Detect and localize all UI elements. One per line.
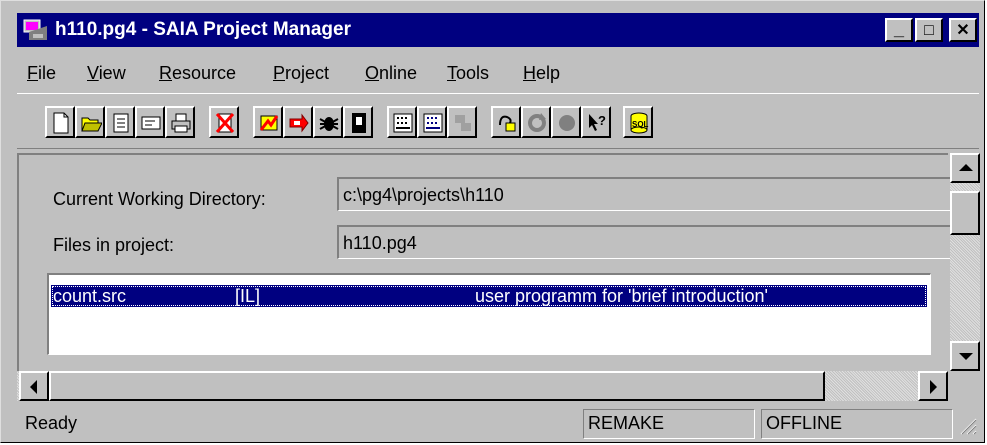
stop-button[interactable] bbox=[551, 106, 581, 138]
vertical-scroll-thumb[interactable] bbox=[950, 191, 980, 235]
message-button[interactable] bbox=[135, 106, 165, 138]
scroll-down-button[interactable] bbox=[950, 341, 980, 371]
file-type: [IL] bbox=[235, 286, 261, 306]
cwd-field[interactable]: c:\pg4\projects\h110 bbox=[337, 177, 950, 211]
window-title: h110.pg4 - SAIA Project Manager bbox=[55, 19, 351, 40]
document-button[interactable] bbox=[105, 106, 135, 138]
scrollbar-corner bbox=[950, 371, 980, 401]
arrow-up-icon bbox=[959, 164, 973, 171]
status-text: Ready bbox=[25, 413, 78, 433]
menu-tools[interactable]: Tools bbox=[447, 63, 489, 84]
build-button[interactable] bbox=[253, 106, 283, 138]
open-folder-icon bbox=[81, 117, 102, 132]
file-description: user programm for 'brief introduction' bbox=[475, 286, 768, 306]
blocks-button[interactable] bbox=[491, 106, 521, 138]
svg-text:SQL: SQL bbox=[632, 120, 649, 129]
refresh-icon bbox=[528, 113, 546, 132]
files-field[interactable]: h110.pg4 bbox=[337, 225, 950, 259]
transfer-button[interactable] bbox=[447, 106, 477, 138]
minimize-icon: _ bbox=[893, 19, 904, 39]
build-icon bbox=[259, 115, 279, 131]
menu-view[interactable]: View bbox=[87, 63, 126, 84]
fupla-button[interactable] bbox=[417, 106, 447, 138]
scroll-right-button[interactable] bbox=[918, 371, 948, 401]
help-pointer-icon: ? bbox=[589, 113, 606, 131]
document-icon bbox=[113, 113, 129, 133]
fupla-icon bbox=[423, 113, 443, 133]
resize-grip-icon[interactable] bbox=[957, 415, 977, 437]
files-label: Files in project: bbox=[53, 235, 175, 255]
menu-bar: File View Resource Project Online Tools … bbox=[17, 57, 979, 91]
blocks-icon bbox=[499, 115, 516, 132]
print-icon bbox=[171, 113, 191, 133]
new-file-icon bbox=[53, 112, 69, 134]
arrow-down-icon bbox=[959, 353, 973, 360]
scroll-left-button[interactable] bbox=[19, 371, 49, 401]
debug-button[interactable] bbox=[313, 106, 343, 138]
app-icon bbox=[23, 19, 47, 40]
sql-button[interactable]: SQL bbox=[623, 106, 653, 138]
close-icon: ✕ bbox=[956, 22, 970, 39]
status-bar: Ready REMAKE OFFLINE bbox=[17, 407, 979, 441]
files-list[interactable]: count.src [IL] user programm for 'brief … bbox=[47, 273, 931, 355]
menu-project[interactable]: Project bbox=[273, 63, 329, 84]
online-button[interactable] bbox=[343, 106, 373, 138]
horizontal-scroll-thumb[interactable] bbox=[49, 371, 825, 401]
cwd-label: Current Working Directory: bbox=[53, 189, 266, 209]
file-name: count.src bbox=[53, 286, 127, 306]
message-icon bbox=[141, 116, 161, 130]
link-icon bbox=[289, 113, 309, 133]
sql-icon: SQL bbox=[630, 112, 649, 134]
open-button[interactable] bbox=[75, 106, 105, 138]
minimize-button[interactable]: _ bbox=[885, 18, 913, 42]
vertical-scrollbar[interactable] bbox=[950, 153, 980, 401]
arrow-left-icon bbox=[30, 380, 37, 394]
delete-button[interactable] bbox=[209, 106, 239, 138]
horizontal-scrollbar[interactable] bbox=[17, 371, 948, 401]
menu-file[interactable]: File bbox=[27, 63, 56, 84]
online-icon bbox=[352, 113, 366, 133]
scroll-up-button[interactable] bbox=[950, 153, 980, 183]
debug-icon bbox=[319, 117, 339, 131]
transfer-icon bbox=[455, 115, 471, 131]
list-item[interactable]: count.src [IL] user programm for 'brief … bbox=[51, 285, 927, 307]
close-button[interactable]: ✕ bbox=[949, 18, 977, 42]
menu-help[interactable]: Help bbox=[523, 63, 560, 84]
title-bar[interactable]: h110.pg4 - SAIA Project Manager _ □ ✕ bbox=[17, 13, 979, 47]
new-file-button[interactable] bbox=[45, 106, 75, 138]
toolbar: ? SQL bbox=[17, 93, 979, 149]
arrow-right-icon bbox=[930, 380, 937, 394]
link-button[interactable] bbox=[283, 106, 313, 138]
print-button[interactable] bbox=[165, 106, 195, 138]
menu-resource[interactable]: Resource bbox=[159, 63, 236, 84]
maximize-button[interactable]: □ bbox=[915, 18, 943, 42]
context-help-button[interactable]: ? bbox=[581, 106, 611, 138]
delete-icon bbox=[215, 113, 235, 133]
grid-editor-icon bbox=[393, 113, 413, 133]
stop-icon bbox=[559, 115, 575, 131]
menu-online[interactable]: Online bbox=[365, 63, 417, 84]
refresh-button[interactable] bbox=[521, 106, 551, 138]
application-window: h110.pg4 - SAIA Project Manager _ □ ✕ Fi… bbox=[0, 0, 985, 443]
status-remake: REMAKE bbox=[583, 409, 755, 439]
status-online: OFFLINE bbox=[761, 409, 953, 439]
project-panel: Current Working Directory: c:\pg4\projec… bbox=[17, 153, 950, 401]
grid-editor-button[interactable] bbox=[387, 106, 417, 138]
maximize-icon: □ bbox=[924, 22, 934, 39]
svg-text:?: ? bbox=[598, 113, 606, 128]
